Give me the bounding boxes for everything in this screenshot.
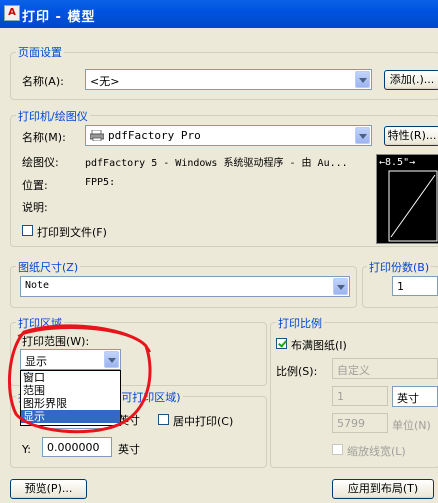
printer-legend: 打印机/绘图仪 xyxy=(16,108,90,124)
plot-range-option[interactable]: 范围 xyxy=(21,384,120,397)
preview-button[interactable]: 预览(P)... xyxy=(10,479,87,499)
print-to-file-checkbox[interactable] xyxy=(22,225,33,236)
scale-unit2-label: 单位(N) xyxy=(392,419,431,432)
chevron-down-icon[interactable] xyxy=(104,351,119,368)
paper-size-legend: 图纸尺寸(Z) xyxy=(16,259,81,275)
center-plot-checkbox[interactable] xyxy=(158,414,169,425)
plot-range-option[interactable]: 窗口 xyxy=(21,371,120,384)
y-offset-label: Y: xyxy=(22,443,31,456)
page-setup-name-value: <无> xyxy=(90,75,120,88)
chevron-down-icon[interactable] xyxy=(355,71,370,88)
scale-combo[interactable]: 自定义 xyxy=(332,358,438,379)
scale-label: 比例(S): xyxy=(276,365,318,378)
page-setup-name-combo[interactable]: <无> xyxy=(85,69,372,90)
scale-value2-input[interactable]: 5799 xyxy=(332,413,388,433)
copies-input[interactable]: 1 xyxy=(392,276,438,296)
properties-button[interactable]: 特性(R)... xyxy=(384,126,438,146)
chevron-down-icon[interactable] xyxy=(355,127,370,144)
copies-legend: 打印份数(B) xyxy=(367,259,432,275)
plot-range-dropdown-list[interactable]: 窗口 范围 图形界限 显示 xyxy=(20,370,121,426)
apply-to-layout-button[interactable]: 应用到布局(T) xyxy=(332,479,434,499)
plot-range-value: 显示 xyxy=(25,355,47,368)
center-plot-label[interactable]: 居中打印(C) xyxy=(173,413,233,429)
title-bar[interactable]: A 打印 - 模型 xyxy=(0,0,438,28)
plotter-label: 绘图仪: xyxy=(22,156,59,169)
printer-name-value: pdfFactory Pro xyxy=(108,129,201,142)
y-offset-unit: 英寸 xyxy=(118,443,140,456)
fit-to-paper-label[interactable]: 布满图纸(I) xyxy=(291,337,347,353)
description-label: 说明: xyxy=(22,201,48,214)
preview-sheet-outline xyxy=(388,170,438,242)
fit-to-paper-checkbox[interactable] xyxy=(276,338,287,349)
plot-range-combo[interactable]: 显示 xyxy=(20,349,121,370)
location-value: FPP5: xyxy=(85,177,116,188)
chevron-down-icon[interactable] xyxy=(333,278,348,295)
scale-unit1-value: 英寸 xyxy=(397,392,419,405)
scale-lineweights-label[interactable]: 缩放线宽(L) xyxy=(347,443,406,459)
printer-name-combo[interactable]: pdfFactory Pro xyxy=(85,125,372,146)
add-button[interactable]: 添加(.)... xyxy=(384,70,438,90)
scale-value: 自定义 xyxy=(337,364,370,377)
y-offset-input[interactable]: 0.000000 xyxy=(42,437,112,457)
scale-value1-input[interactable]: 1 xyxy=(332,386,388,406)
plot-scale-legend: 打印比例 xyxy=(276,315,324,331)
location-label: 位置: xyxy=(22,179,48,192)
printer-icon xyxy=(89,129,105,142)
print-to-file-label[interactable]: 打印到文件(F) xyxy=(37,224,107,240)
scale-lineweights-checkbox[interactable] xyxy=(332,444,343,455)
scale-unit1-combo[interactable]: 英寸 xyxy=(392,386,438,407)
plot-area-legend: 打印区域 xyxy=(16,315,64,331)
plot-range-option[interactable]: 图形界限 xyxy=(21,397,120,410)
paper-size-value: Note xyxy=(25,280,50,291)
paper-size-combo[interactable]: Note xyxy=(20,276,350,297)
window-title: 打印 - 模型 xyxy=(22,10,96,25)
plot-range-label: 打印范围(W): xyxy=(22,335,90,348)
app-icon: A xyxy=(4,5,20,21)
page-setup-name-label: 名称(A): xyxy=(22,75,64,88)
plot-range-option-selected[interactable]: 显示 xyxy=(21,410,120,423)
paper-preview: ←8.5"→ xyxy=(376,154,438,244)
page-setup-legend: 页面设置 xyxy=(16,44,64,60)
plotter-value: pdfFactory 5 - Windows 系统驱动程序 - 由 Au... xyxy=(85,158,348,169)
printer-name-label: 名称(M): xyxy=(22,131,66,144)
x-offset-unit: 英寸 xyxy=(118,414,140,427)
